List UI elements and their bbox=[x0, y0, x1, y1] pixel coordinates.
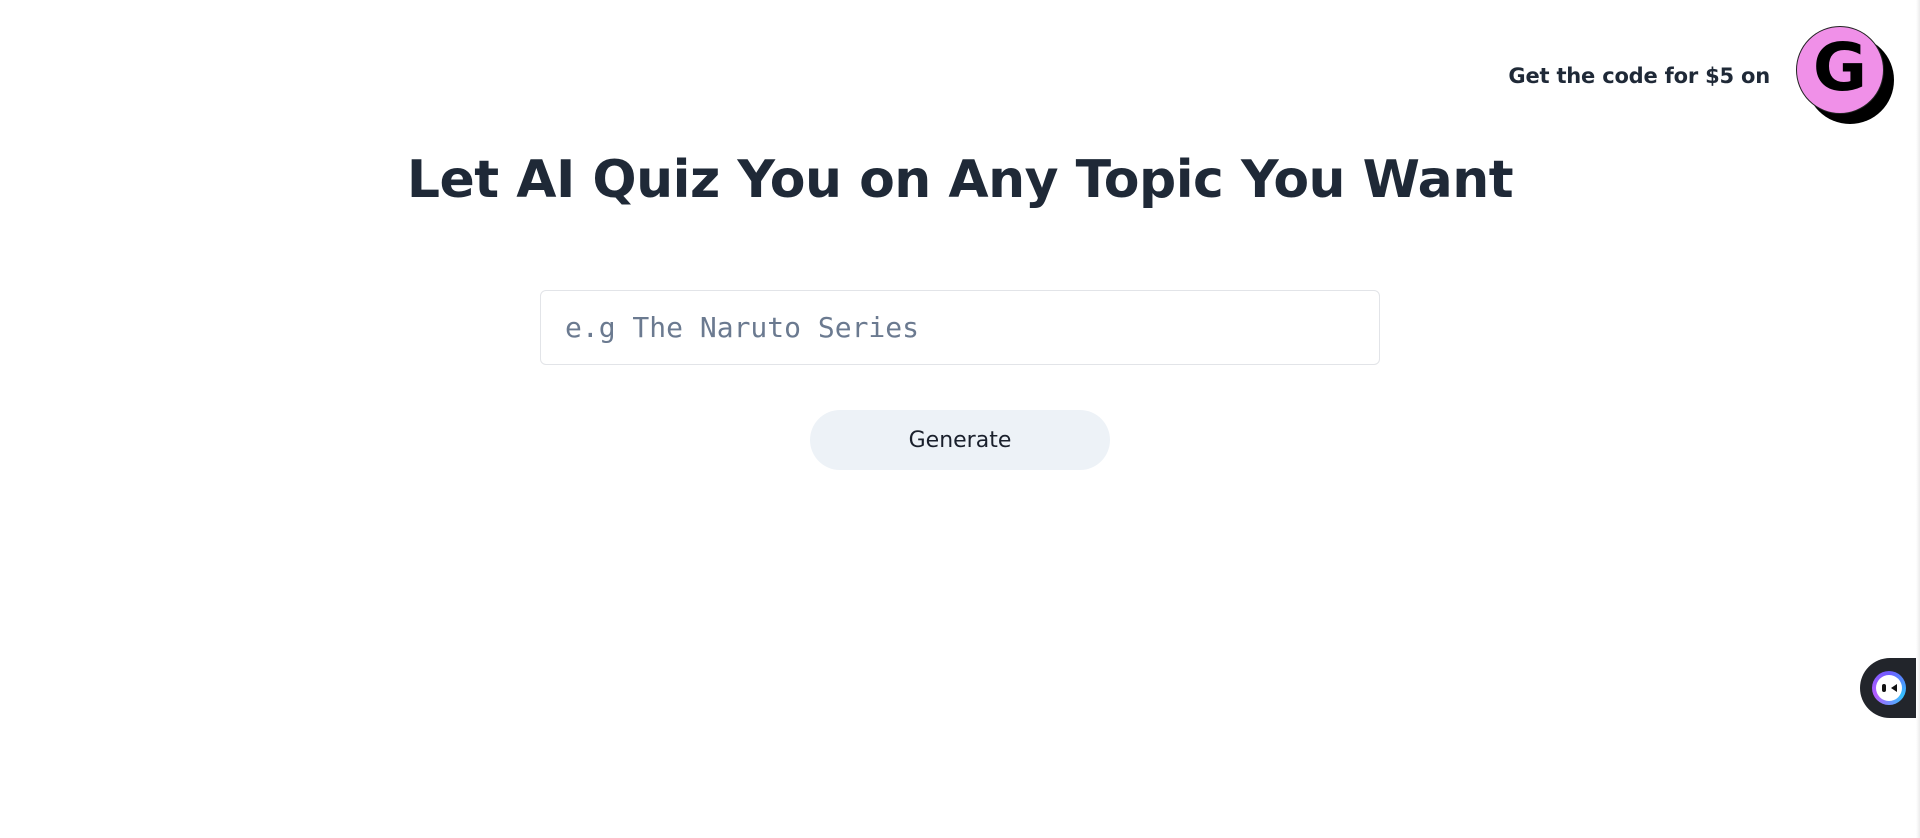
gumroad-logo-icon: G bbox=[1796, 26, 1896, 126]
assistant-eye-left bbox=[1882, 684, 1886, 692]
logo-circle: G bbox=[1796, 26, 1884, 114]
gumroad-promo-link[interactable]: Get the code for $5 on G bbox=[1508, 26, 1896, 126]
logo-letter: G bbox=[1812, 29, 1868, 106]
scrollbar-edge bbox=[1916, 0, 1920, 838]
assistant-widget-button[interactable] bbox=[1860, 658, 1920, 718]
page-title: Let AI Quiz You on Any Topic You Want bbox=[406, 150, 1514, 210]
promo-text: Get the code for $5 on bbox=[1508, 64, 1770, 88]
generate-button[interactable]: Generate bbox=[810, 410, 1110, 470]
assistant-face-inner bbox=[1876, 675, 1902, 701]
topic-input[interactable] bbox=[540, 290, 1380, 365]
page: Get the code for $5 on G Let AI Quiz You… bbox=[0, 0, 1920, 838]
assistant-eye-right bbox=[1891, 684, 1897, 692]
assistant-face-icon bbox=[1872, 671, 1906, 705]
